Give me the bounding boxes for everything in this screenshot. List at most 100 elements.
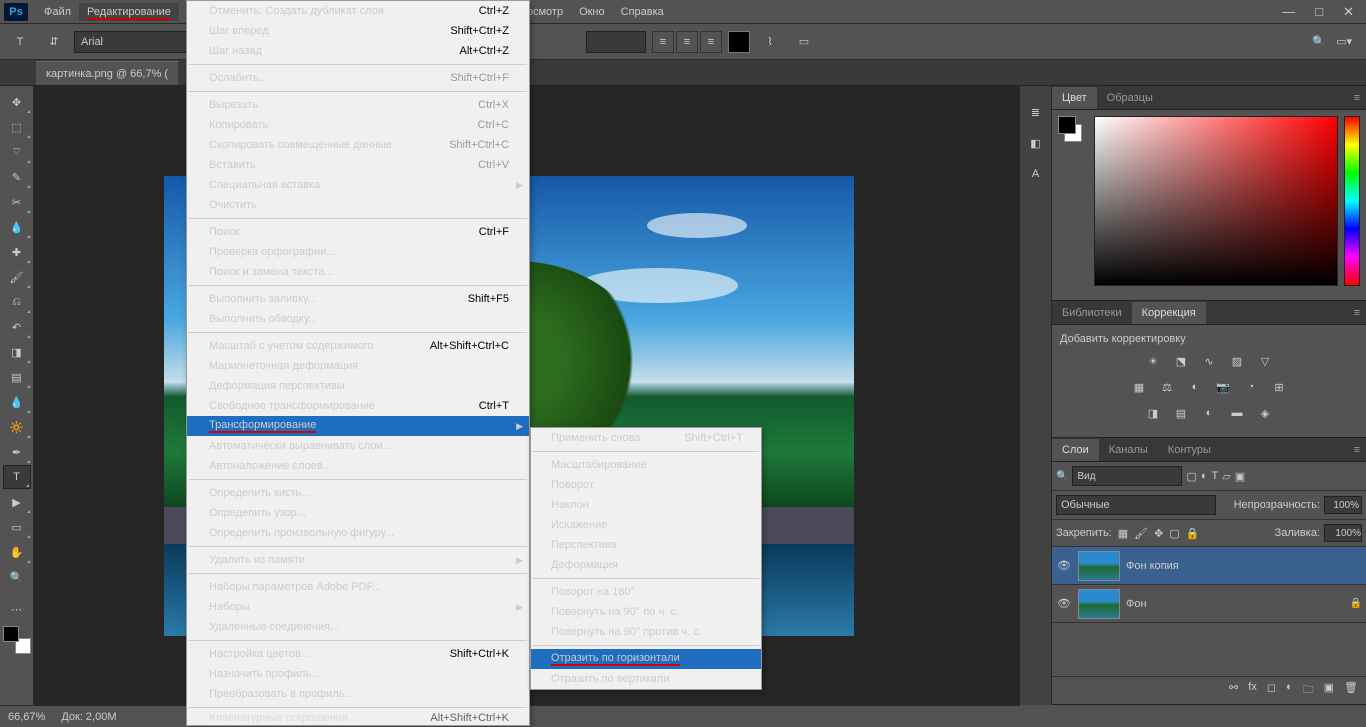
menu-item[interactable]: Клавиатурные сокращения...Alt+Shift+Ctrl…: [187, 711, 529, 725]
filter-pixel-icon[interactable]: ▢: [1186, 470, 1196, 483]
levels-icon[interactable]: ⬔: [1170, 351, 1192, 371]
layer-thumbnail[interactable]: [1078, 551, 1120, 581]
lock-paint-icon[interactable]: 🖌: [1134, 527, 1148, 540]
menu-item[interactable]: ВырезатьCtrl+X: [187, 95, 529, 115]
brush-tool-icon[interactable]: 🖌: [3, 265, 31, 289]
adjustment-layer-icon[interactable]: ◐: [1286, 681, 1293, 700]
menu-item[interactable]: Шаг впередShift+Ctrl+Z: [187, 21, 529, 41]
menu-item[interactable]: Автоналожение слоев...: [187, 456, 529, 476]
menu-item[interactable]: Определить узор...: [187, 503, 529, 523]
submenu-item[interactable]: Отразить по горизонтали: [531, 649, 761, 669]
link-layers-icon[interactable]: ⚯: [1229, 681, 1238, 700]
submenu-item[interactable]: Поворот на 180°: [531, 582, 761, 602]
zoom-tool-icon[interactable]: 🔍: [3, 565, 31, 589]
submenu-item[interactable]: Масштабирование: [531, 455, 761, 475]
menu-item[interactable]: Свободное трансформированиеCtrl+T: [187, 396, 529, 416]
workspace-icon[interactable]: ▭▾: [1336, 35, 1352, 48]
panel-menu-icon[interactable]: ≡: [1348, 444, 1366, 456]
history-panel-icon[interactable]: ≣: [1031, 106, 1040, 119]
submenu-item[interactable]: Поворот: [531, 475, 761, 495]
menu-item[interactable]: ВставитьCtrl+V: [187, 155, 529, 175]
character-panel-icon[interactable]: A: [1032, 168, 1039, 180]
menu-item[interactable]: Выполнить обводку...: [187, 309, 529, 329]
menu-item[interactable]: Марионеточная деформация: [187, 356, 529, 376]
hand-tool-icon[interactable]: ✋: [3, 540, 31, 564]
submenu-item[interactable]: Повернуть на 90° по ч. с.: [531, 602, 761, 622]
bw-icon[interactable]: ◐: [1184, 377, 1206, 397]
layer-row[interactable]: 👁 Фон 🔒: [1052, 585, 1366, 623]
document-tab[interactable]: картинка.png @ 66,7% (: [36, 61, 178, 85]
posterize-icon[interactable]: ▤: [1170, 403, 1192, 423]
menu-item[interactable]: Специальная вставка▶: [187, 175, 529, 195]
menu-item[interactable]: Преобразовать в профиль...: [187, 684, 529, 704]
eraser-tool-icon[interactable]: ◨: [3, 340, 31, 364]
lasso-tool-icon[interactable]: ⌔: [3, 140, 31, 164]
menu-item[interactable]: Определить кисть...: [187, 483, 529, 503]
pen-tool-icon[interactable]: ✒: [3, 440, 31, 464]
menu-item[interactable]: Удалить из памяти▶: [187, 550, 529, 570]
exposure-icon[interactable]: ▨: [1226, 351, 1248, 371]
paths-tab[interactable]: Контуры: [1158, 439, 1221, 461]
warp-text-icon[interactable]: ⌇: [756, 28, 784, 56]
fg-bg-colors[interactable]: [3, 626, 31, 654]
filter-type-icon[interactable]: T: [1212, 470, 1219, 482]
search-icon[interactable]: 🔍: [1312, 35, 1326, 48]
menu-item[interactable]: Деформация перспективы: [187, 376, 529, 396]
lock-artboard-icon[interactable]: ▢: [1169, 527, 1179, 540]
submenu-item[interactable]: Повернуть на 90° против ч. с.: [531, 622, 761, 642]
menu-edit[interactable]: Редактирование: [79, 3, 179, 21]
lookup-icon[interactable]: ⊞: [1268, 377, 1290, 397]
hue-slider[interactable]: [1344, 116, 1360, 286]
group-icon[interactable]: 🗀: [1303, 681, 1314, 700]
curves-icon[interactable]: ∿: [1198, 351, 1220, 371]
menu-item[interactable]: Ослабить...Shift+Ctrl+F: [187, 68, 529, 88]
crop-tool-icon[interactable]: ✂: [3, 190, 31, 214]
menu-item[interactable]: Назначить профиль...: [187, 664, 529, 684]
layer-filter-kind[interactable]: Вид: [1072, 466, 1182, 486]
gradient-tool-icon[interactable]: ▤: [3, 365, 31, 389]
rectangle-tool-icon[interactable]: ▭: [3, 515, 31, 539]
dodge-tool-icon[interactable]: 🔆: [3, 415, 31, 439]
menu-item[interactable]: Трансформирование▶: [187, 416, 529, 436]
layer-row[interactable]: 👁 Фон копия: [1052, 547, 1366, 585]
filter-smart-icon[interactable]: ▣: [1235, 470, 1245, 483]
mixer-icon[interactable]: ◔: [1240, 377, 1262, 397]
menu-item[interactable]: Отменить: Создать дубликат слояCtrl+Z: [187, 1, 529, 21]
orientation-icon[interactable]: ⇵: [40, 28, 68, 56]
vibrance-icon[interactable]: ▽: [1254, 351, 1276, 371]
layers-tab[interactable]: Слои: [1052, 439, 1099, 461]
character-panel-icon[interactable]: ▭: [790, 28, 818, 56]
panel-menu-icon[interactable]: ≡: [1348, 307, 1366, 319]
balance-icon[interactable]: ⚖: [1156, 377, 1178, 397]
path-select-tool-icon[interactable]: ▶: [3, 490, 31, 514]
menu-help[interactable]: Справка: [613, 3, 672, 21]
photo-filter-icon[interactable]: 📷: [1212, 377, 1234, 397]
submenu-item[interactable]: Искажение: [531, 515, 761, 535]
menu-item[interactable]: Настройка цветов...Shift+Ctrl+K: [187, 644, 529, 664]
fg-bg-panel[interactable]: [1058, 116, 1088, 294]
menu-item[interactable]: Выполнить заливку...Shift+F5: [187, 289, 529, 309]
delete-layer-icon[interactable]: 🗑: [1344, 681, 1358, 700]
channels-tab[interactable]: Каналы: [1099, 439, 1158, 461]
threshold-icon[interactable]: ◐: [1198, 403, 1220, 423]
blend-mode-select[interactable]: Обычные: [1056, 495, 1216, 515]
lock-trans-icon[interactable]: ▦: [1118, 527, 1128, 540]
menu-item[interactable]: Масштаб с учетом содержимогоAlt+Shift+Ct…: [187, 336, 529, 356]
edit-toolbar-icon[interactable]: ⋯: [3, 597, 31, 621]
align-left-icon[interactable]: ≡: [652, 31, 674, 53]
menu-window[interactable]: Окно: [571, 3, 613, 21]
menu-item[interactable]: Определить произвольную фигуру...: [187, 523, 529, 543]
maximize-icon[interactable]: □: [1315, 4, 1323, 20]
align-right-icon[interactable]: ≡: [700, 31, 722, 53]
marquee-tool-icon[interactable]: ⬚: [3, 115, 31, 139]
mask-icon[interactable]: ◻: [1267, 681, 1276, 700]
menu-item[interactable]: Наборы параметров Adobe PDF...: [187, 577, 529, 597]
panel-menu-icon[interactable]: ≡: [1348, 92, 1366, 104]
filter-shape-icon[interactable]: ▱: [1222, 470, 1230, 483]
visibility-icon[interactable]: 👁: [1056, 597, 1072, 610]
color-picker-field[interactable]: [1094, 116, 1338, 286]
blur-tool-icon[interactable]: 💧: [3, 390, 31, 414]
menu-item[interactable]: Автоматически выравнивать слои...: [187, 436, 529, 456]
search-small-icon[interactable]: 🔍: [1056, 471, 1068, 482]
swatches-tab[interactable]: Образцы: [1097, 87, 1163, 109]
